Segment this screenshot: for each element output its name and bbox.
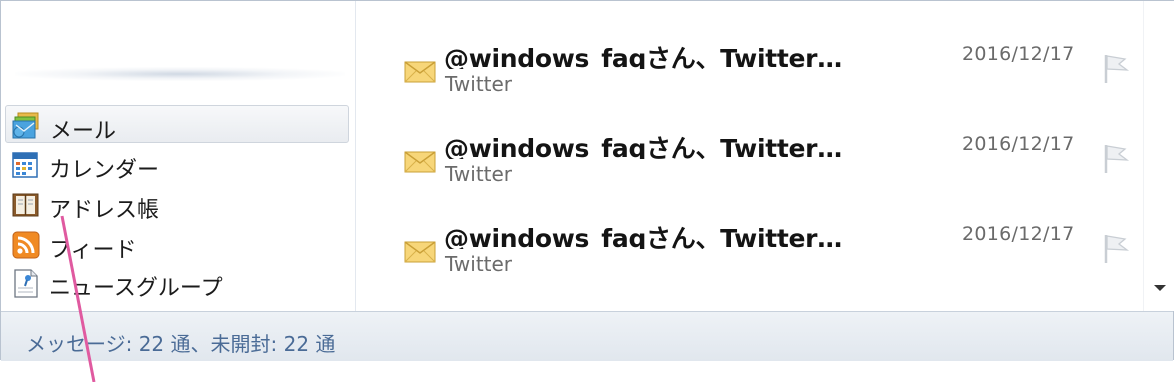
message-sender: Twitter	[445, 252, 513, 276]
message-list: @windows_faqさん、Twitterでフォローされました Twitter…	[356, 1, 1143, 311]
message-date: 2016/12/17	[962, 223, 1075, 245]
nav-item-mail[interactable]: メール	[5, 105, 349, 144]
navigation-pane: メール カレンダー アドレス帳 フィード ニュースグループ	[1, 1, 356, 311]
unread-envelope-icon	[404, 241, 436, 263]
rss-feed-icon	[11, 230, 41, 260]
newsgroup-icon	[11, 268, 41, 298]
message-subject: @windows_faqさん、Twitterでフォローされました	[444, 44, 854, 69]
nav-label-newsgroup: ニュースグループ	[49, 276, 223, 301]
nav-item-feed[interactable]: フィード	[5, 225, 349, 263]
message-row[interactable]: @windows_faqさん、Twitterでフォローされました Twitter…	[356, 181, 1143, 276]
message-date: 2016/12/17	[962, 43, 1075, 65]
flag-icon[interactable]	[1100, 51, 1130, 85]
message-subject: @windows_faqさん、Twitterでフォローされました	[444, 224, 854, 249]
nav-label-calendar: カレンダー	[49, 158, 160, 183]
nav-item-address-book[interactable]: アドレス帳	[5, 185, 349, 223]
unread-envelope-icon	[404, 61, 436, 83]
message-row[interactable]: @windows_faqさん、Twitterでフォローされました Twitter…	[356, 1, 1143, 96]
status-bar: メッセージ: 22 通、未開封: 22 通	[1, 311, 1173, 361]
nav-header-shadow	[15, 67, 345, 81]
scroll-down-arrow-icon[interactable]	[1154, 285, 1166, 291]
address-book-icon	[11, 190, 41, 220]
nav-label-feed: フィード	[49, 238, 137, 263]
nav-item-newsgroup[interactable]: ニュースグループ	[5, 263, 349, 301]
flag-icon[interactable]	[1100, 231, 1130, 265]
message-list-scrollbar[interactable]	[1143, 1, 1174, 311]
unread-envelope-icon	[404, 151, 436, 173]
mail-window: メール カレンダー アドレス帳 フィード ニュースグループ @windows_f…	[0, 0, 1174, 361]
mail-icon	[12, 111, 42, 141]
calendar-icon	[11, 150, 41, 180]
nav-label-address-book: アドレス帳	[49, 198, 160, 223]
nav-item-calendar[interactable]: カレンダー	[5, 145, 349, 183]
message-subject: @windows_faqさん、Twitterでフォローされました	[444, 134, 854, 159]
nav-label-mail: メール	[50, 119, 117, 144]
message-count-status: メッセージ: 22 通、未開封: 22 通	[26, 332, 336, 356]
message-date: 2016/12/17	[962, 133, 1075, 155]
flag-icon[interactable]	[1100, 141, 1130, 175]
message-row[interactable]: @windows_faqさん、Twitterでフォローされました Twitter…	[356, 91, 1143, 186]
